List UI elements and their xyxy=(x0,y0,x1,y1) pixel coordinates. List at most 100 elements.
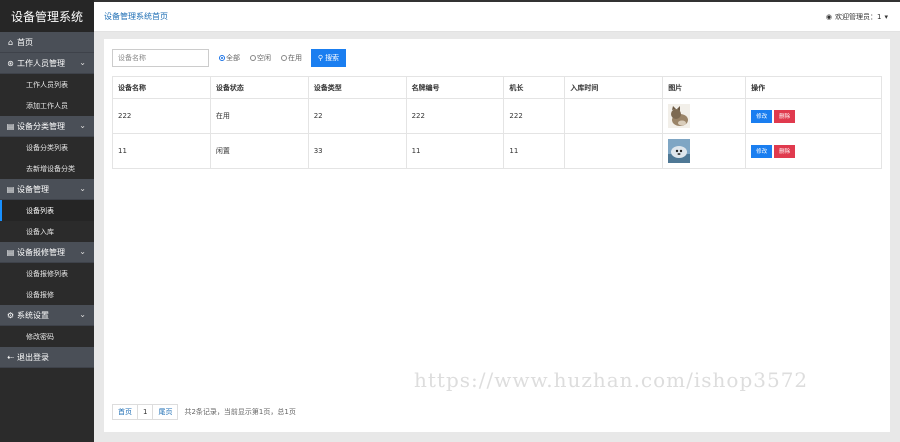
edit-button[interactable]: 修改 xyxy=(751,109,773,123)
chevron-down-icon: ⌄ xyxy=(79,247,86,256)
cell-actions: 修改 删除 xyxy=(745,133,882,169)
user-menu[interactable]: ◉ 欢迎管理员：1 ▾ xyxy=(826,12,888,22)
sidebar-head-category[interactable]: ▤ 设备分类管理 ⌄ xyxy=(0,116,94,137)
sidebar-item-change-password[interactable]: 修改密码 xyxy=(0,326,94,347)
sidebar-item-home[interactable]: ⌂ 首页 xyxy=(0,32,94,53)
chevron-down-icon: ⌄ xyxy=(79,121,86,130)
cell-name: 222 xyxy=(112,98,211,134)
search-bar: 全部 空闲 在用 ⚲ 搜索 xyxy=(112,49,346,67)
gear-icon: ⚙ xyxy=(6,310,15,320)
cell-actions: 修改 删除 xyxy=(745,98,882,134)
delete-button[interactable]: 删除 xyxy=(774,144,796,158)
cat-thumbnail xyxy=(668,104,691,128)
sidebar-item-add-staff[interactable]: 添加工作人员 xyxy=(0,95,94,116)
table-row: 222 在用 22 222 222 修改 删除 xyxy=(112,98,882,134)
page-number-link[interactable]: 1 xyxy=(137,404,154,420)
column-header-image: 图片 xyxy=(662,76,747,99)
sidebar-item-label: 设备管理 xyxy=(17,184,49,194)
caret-down-icon: ▾ xyxy=(884,12,888,21)
sidebar-item-category-list[interactable]: 设备分类列表 xyxy=(0,137,94,158)
document-icon: ▤ xyxy=(6,184,15,194)
welcome-text: 欢迎管理员：1 xyxy=(835,12,882,21)
radio-label: 全部 xyxy=(226,54,240,62)
cell-plate: 222 xyxy=(405,98,505,134)
sidebar-head-settings[interactable]: ⚙ 系统设置 ⌄ xyxy=(0,305,94,326)
sidebar-item-add-category[interactable]: 去新增设备分类 xyxy=(0,158,94,179)
cell-captain: 222 xyxy=(503,98,566,134)
seal-thumbnail xyxy=(668,139,691,163)
radio-idle[interactable]: 空闲 xyxy=(250,53,271,63)
sidebar-item-label: 设备分类管理 xyxy=(17,121,65,131)
user-circle-icon: ⊛ xyxy=(7,58,14,68)
sidebar-item-device-stock[interactable]: 设备入库 xyxy=(0,221,94,242)
document-icon: ▤ xyxy=(6,121,15,131)
radio-label: 空闲 xyxy=(257,54,271,62)
chevron-down-icon: ⌄ xyxy=(79,58,86,67)
sidebar-item-repair-list[interactable]: 设备报修列表 xyxy=(0,263,94,284)
cell-stock-time xyxy=(564,98,664,134)
radio-label: 在用 xyxy=(288,54,302,62)
sidebar: 设备管理系统 ⌂ 首页 ⊛ 工作人员管理 ⌄ 工作人员列表 添加工作人员 ▤ 设… xyxy=(0,0,94,442)
radio-all[interactable]: 全部 xyxy=(219,53,240,63)
home-icon: ⌂ xyxy=(7,37,14,47)
pagination-info: 共2条记录，当前显示第1页，总1页 xyxy=(184,408,296,416)
column-header-type: 设备类型 xyxy=(307,76,407,99)
document-icon: ▤ xyxy=(6,247,15,257)
radio-button[interactable] xyxy=(281,55,287,61)
sidebar-group-category: ▤ 设备分类管理 ⌄ 设备分类列表 去新增设备分类 xyxy=(0,116,94,179)
search-icon: ⚲ xyxy=(317,54,324,62)
edit-button[interactable]: 修改 xyxy=(751,144,773,158)
chevron-down-icon: ⌄ xyxy=(79,310,86,319)
sidebar-item-label: 退出登录 xyxy=(17,352,49,362)
row-actions: 修改 删除 xyxy=(751,144,881,158)
column-header-stock-time: 入库时间 xyxy=(564,76,664,99)
sidebar-head-repair[interactable]: ▤ 设备报修管理 ⌄ xyxy=(0,242,94,263)
user-circle-icon: ◉ xyxy=(825,12,833,21)
search-input[interactable] xyxy=(112,49,209,67)
sidebar-item-label: 首页 xyxy=(17,37,33,47)
sidebar-item-label: 设备报修管理 xyxy=(17,247,65,257)
device-table: 设备名称 设备状态 设备类型 名牌编号 机长 入库时间 图片 操作 222 在用… xyxy=(112,76,882,169)
row-actions: 修改 删除 xyxy=(751,109,881,123)
sidebar-item-label: 工作人员管理 xyxy=(17,58,65,68)
cell-status: 闲置 xyxy=(209,133,309,169)
sidebar-item-repair[interactable]: 设备报修 xyxy=(0,284,94,305)
table-row: 11 闲置 33 11 11 修改 删除 xyxy=(112,133,882,169)
column-header-actions: 操作 xyxy=(745,76,882,99)
sidebar-head-staff[interactable]: ⊛ 工作人员管理 ⌄ xyxy=(0,53,94,74)
first-page-link[interactable]: 首页 xyxy=(112,404,138,420)
search-button[interactable]: ⚲ 搜索 xyxy=(311,49,346,67)
sidebar-group-repair: ▤ 设备报修管理 ⌄ 设备报修列表 设备报修 xyxy=(0,242,94,305)
chevron-down-icon: ⌄ xyxy=(79,184,86,193)
sidebar-head-device[interactable]: ▤ 设备管理 ⌄ xyxy=(0,179,94,200)
column-header-plate: 名牌编号 xyxy=(405,76,505,99)
cell-plate: 11 xyxy=(405,133,505,169)
column-header-status: 设备状态 xyxy=(209,76,309,99)
sidebar-item-device-list[interactable]: 设备列表 xyxy=(0,200,94,221)
top-bar: 设备管理系统首页 ◉ 欢迎管理员：1 ▾ xyxy=(94,0,900,32)
delete-button[interactable]: 删除 xyxy=(774,109,796,123)
cell-name: 11 xyxy=(112,133,211,169)
pagination: 首页 1 尾页 共2条记录，当前显示第1页，总1页 xyxy=(112,404,296,420)
radio-in-use[interactable]: 在用 xyxy=(281,53,302,63)
app-title: 设备管理系统 xyxy=(0,0,94,32)
sidebar-item-logout[interactable]: ⇠ 退出登录 xyxy=(0,347,94,368)
radio-button[interactable] xyxy=(250,55,256,61)
column-header-name: 设备名称 xyxy=(112,76,211,99)
sidebar-item-label: 系统设置 xyxy=(17,310,49,320)
table-header-row: 设备名称 设备状态 设备类型 名牌编号 机长 入库时间 图片 操作 xyxy=(112,76,882,99)
column-header-captain: 机长 xyxy=(503,76,566,99)
sidebar-group-device: ▤ 设备管理 ⌄ 设备列表 设备入库 xyxy=(0,179,94,242)
cell-stock-time xyxy=(564,133,664,169)
breadcrumb[interactable]: 设备管理系统首页 xyxy=(104,11,168,22)
cell-captain: 11 xyxy=(503,133,566,169)
last-page-link[interactable]: 尾页 xyxy=(152,404,179,420)
radio-button-checked[interactable] xyxy=(219,55,225,61)
content-card: 全部 空闲 在用 ⚲ 搜索 设备名称 设备状态 设备类型 名牌编号 机长 xyxy=(104,39,890,432)
search-button-label: 搜索 xyxy=(325,54,340,62)
cell-type: 22 xyxy=(307,98,407,134)
sidebar-item-staff-list[interactable]: 工作人员列表 xyxy=(0,74,94,95)
cell-type: 33 xyxy=(307,133,407,169)
arrow-left-icon: ⇠ xyxy=(7,352,14,362)
cell-image xyxy=(662,98,747,134)
